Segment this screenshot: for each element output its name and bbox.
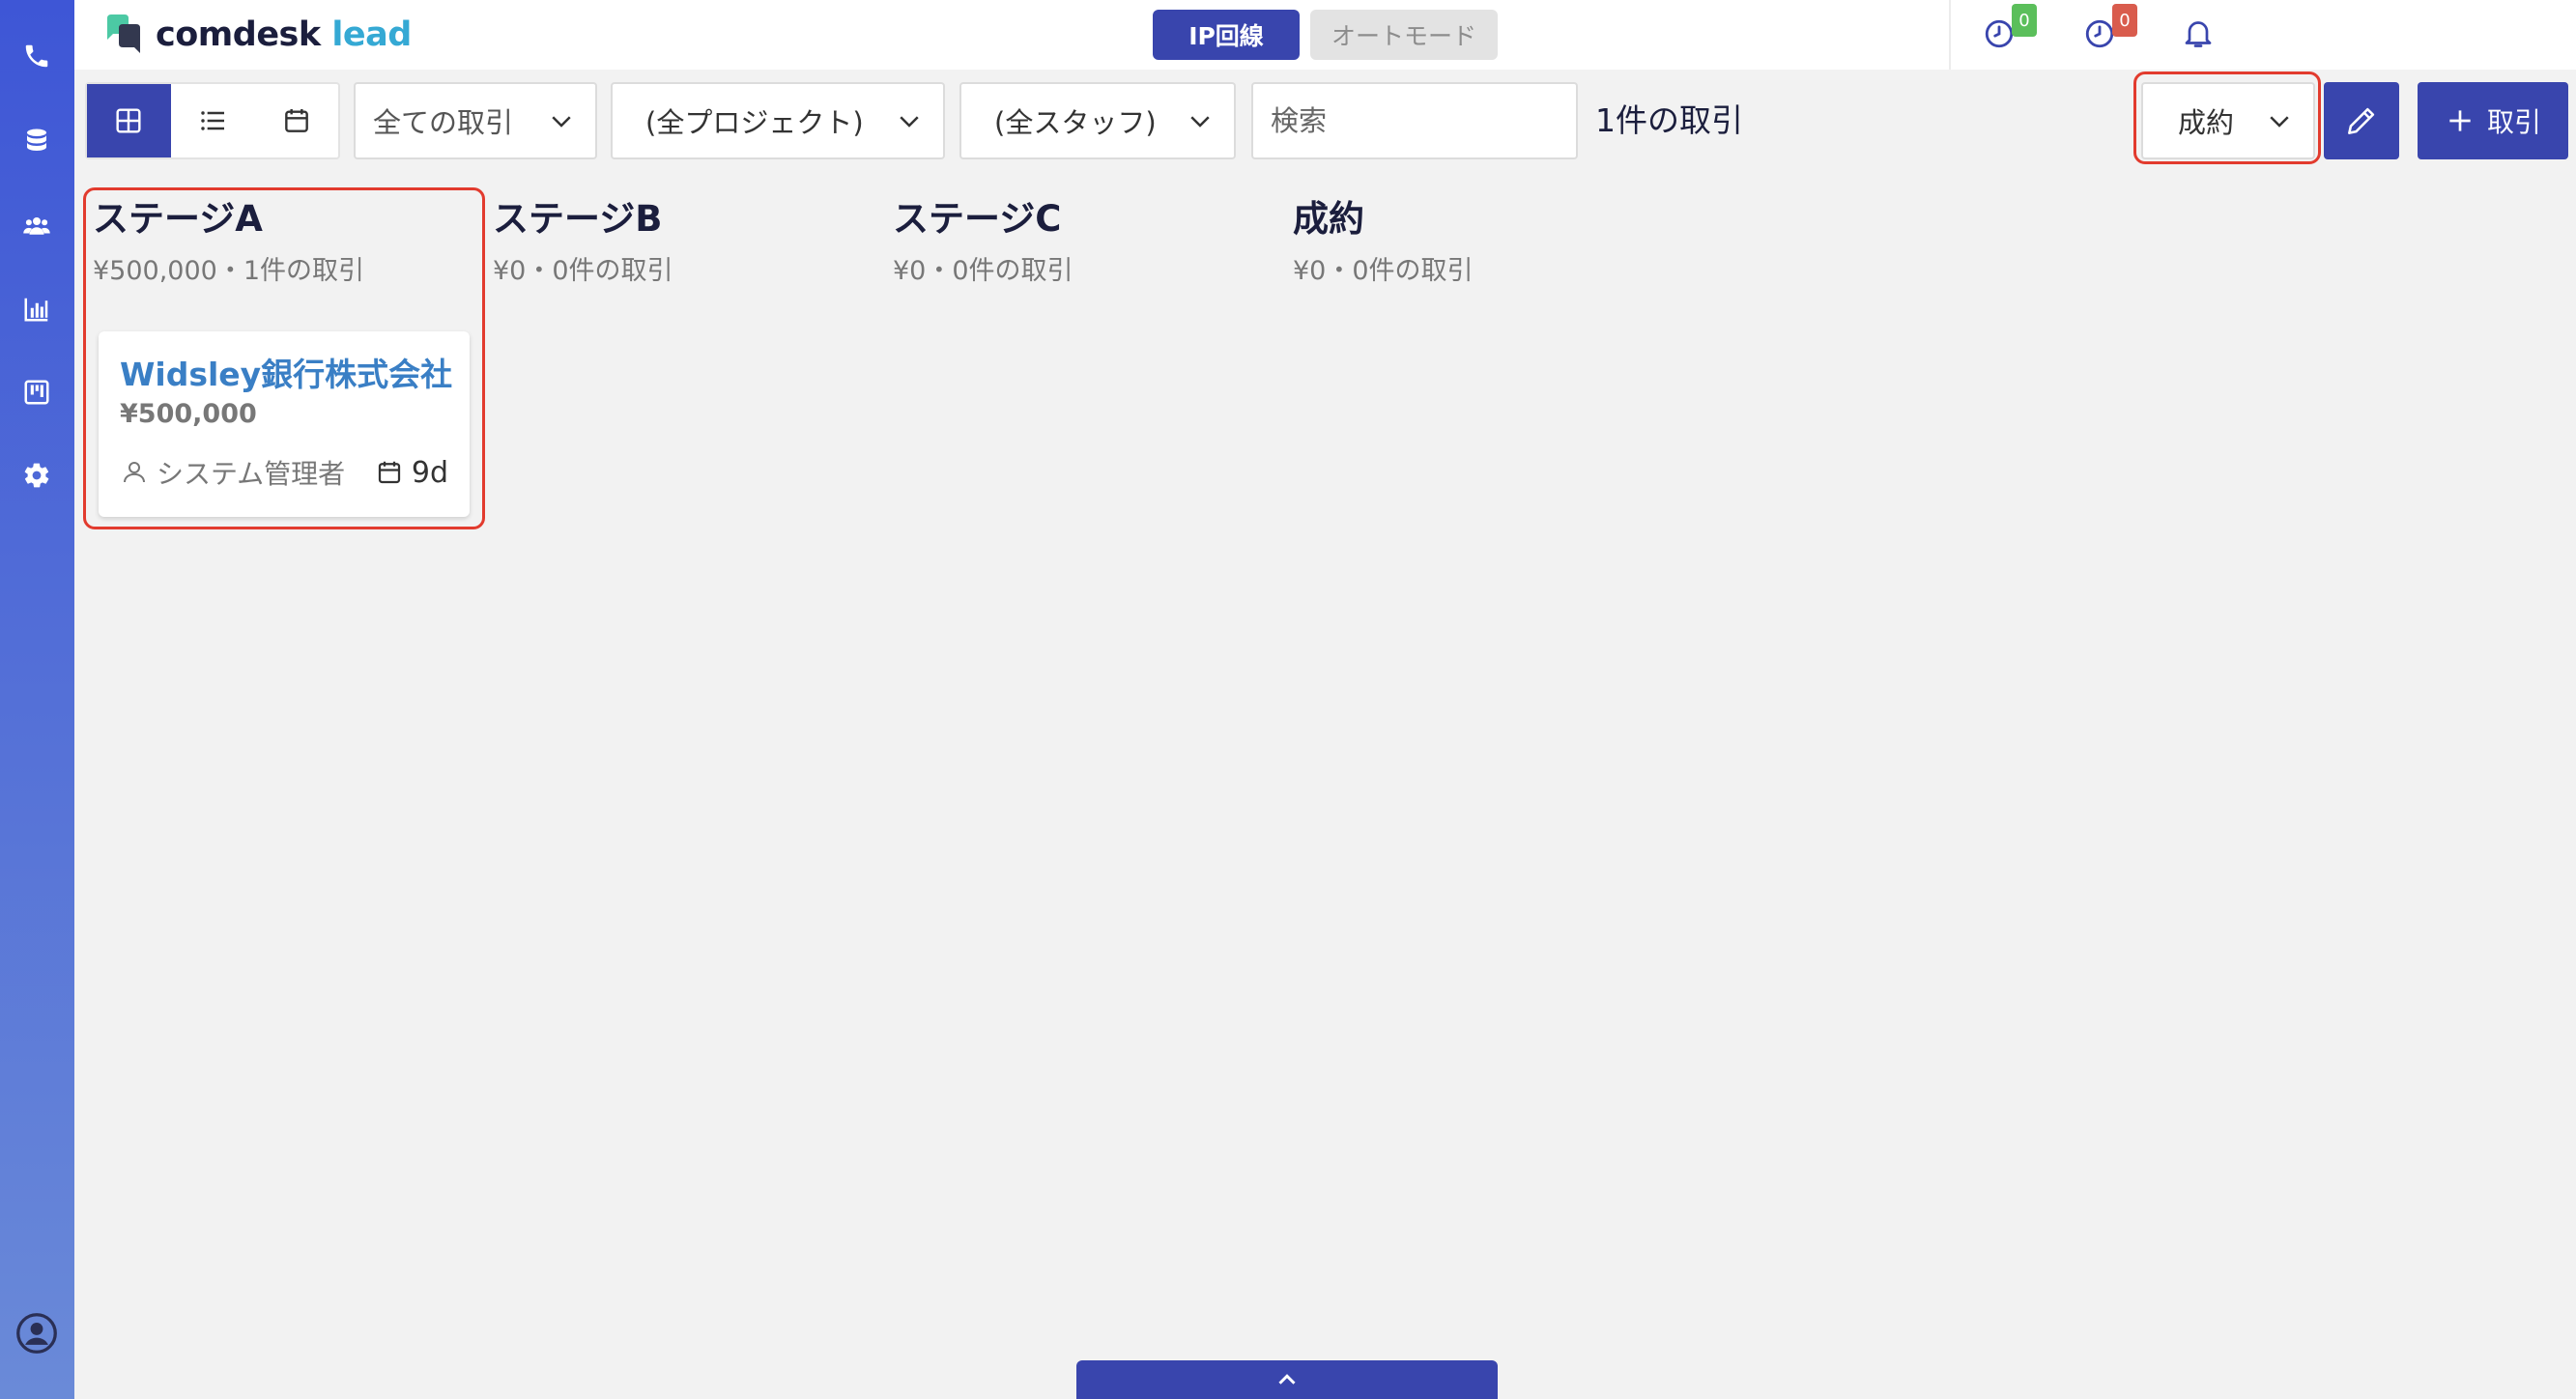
add-deal-label: 取引 <box>2486 106 2541 138</box>
calendar-icon <box>378 461 400 484</box>
staff-filter-value: (全スタッフ) <box>994 106 1157 139</box>
expand-panel-tab[interactable] <box>1076 1360 1498 1399</box>
calendar-view-button[interactable] <box>254 84 338 157</box>
calendar-icon <box>284 109 308 132</box>
deal-age-value: 9d <box>411 455 448 490</box>
column-title: 成約 <box>1293 198 1364 240</box>
green-count-badge: 0 <box>2012 4 2037 37</box>
stage-column-b: ステージB ¥0・0件の取引 <box>493 189 879 287</box>
notification-bell[interactable] <box>2181 15 2219 54</box>
chart-icon[interactable] <box>17 290 56 328</box>
deal-card-amount: ¥500,000 <box>120 399 257 429</box>
column-summary: ¥0・0件の取引 <box>493 256 673 286</box>
deal-age: 9d <box>375 456 448 490</box>
gear-icon[interactable] <box>17 456 56 495</box>
clock-icon <box>2085 19 2114 48</box>
chevron-up-icon <box>1278 1374 1296 1385</box>
column-title: ステージC <box>893 198 1062 240</box>
user-icon <box>124 462 145 483</box>
users-icon[interactable] <box>17 207 56 245</box>
phone-icon[interactable] <box>17 37 56 75</box>
plus-icon <box>2449 110 2471 131</box>
call-history-red[interactable]: 0 <box>2083 4 2141 56</box>
project-filter-value: (全プロジェクト) <box>645 106 864 139</box>
database-icon[interactable] <box>17 122 56 160</box>
search-input[interactable] <box>1251 82 1578 159</box>
chevron-down-icon <box>552 116 571 128</box>
deal-card[interactable]: Widsley銀行株式会社 ¥500,000 システム管理者 9d <box>99 331 470 517</box>
call-history-green[interactable]: 0 <box>1983 4 2041 56</box>
list-view-button[interactable] <box>171 84 255 157</box>
deal-filter-select[interactable]: 全ての取引 <box>354 82 597 159</box>
list-icon <box>201 111 224 130</box>
deal-card-footer: システム管理者 9d <box>120 453 448 492</box>
kanban-icon[interactable] <box>17 373 56 412</box>
column-summary: ¥0・0件の取引 <box>1293 256 1474 286</box>
deal-count: 1件の取引 <box>1595 101 1743 139</box>
stage-filter-select[interactable]: 成約 <box>2141 82 2315 159</box>
sidebar <box>0 0 74 1399</box>
logo: comdesk lead <box>103 12 412 58</box>
column-title: ステージB <box>493 198 663 240</box>
bell-icon <box>2185 21 2212 47</box>
deal-owner: システム管理者 <box>120 453 345 492</box>
red-count-badge: 0 <box>2112 4 2137 37</box>
chevron-down-icon <box>900 116 919 128</box>
view-switcher <box>85 82 340 159</box>
stage-filter-value: 成約 <box>2178 106 2235 139</box>
chevron-down-icon <box>2270 116 2289 128</box>
header-divider <box>1949 0 1951 70</box>
column-summary: ¥0・0件の取引 <box>893 256 1073 286</box>
logo-text: comdesk lead <box>156 15 412 54</box>
ip-line-button[interactable]: IP回線 <box>1153 10 1300 60</box>
column-title: ステージA <box>93 198 263 240</box>
clock-icon <box>1985 19 2014 48</box>
stage-column-a: ステージA ¥500,000・1件の取引 <box>93 189 479 287</box>
column-summary: ¥500,000・1件の取引 <box>93 256 365 286</box>
staff-filter-select[interactable]: (全スタッフ) <box>959 82 1236 159</box>
account-icon[interactable] <box>14 1310 60 1356</box>
auto-mode-button[interactable]: オートモード <box>1310 10 1498 60</box>
stage-column-c: ステージC ¥0・0件の取引 <box>893 189 1279 287</box>
deal-owner-name: システム管理者 <box>157 458 346 490</box>
project-filter-select[interactable]: (全プロジェクト) <box>611 82 945 159</box>
logo-mark-icon <box>107 14 140 53</box>
stage-column-won: 成約 ¥0・0件の取引 <box>1293 189 1679 287</box>
deal-filter-value: 全ての取引 <box>373 106 514 139</box>
grid-icon <box>116 108 141 133</box>
pencil-icon <box>2348 107 2375 134</box>
deal-card-title[interactable]: Widsley銀行株式会社 <box>120 349 452 395</box>
board-view-button[interactable] <box>87 84 171 157</box>
add-deal-button[interactable]: 取引 <box>2418 82 2568 159</box>
edit-button[interactable] <box>2324 82 2399 159</box>
chevron-down-icon <box>1190 116 1210 128</box>
